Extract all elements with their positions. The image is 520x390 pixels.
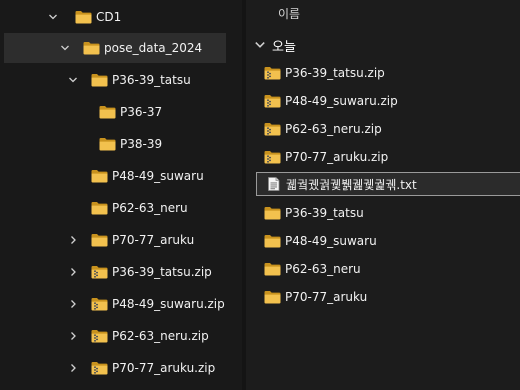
tree-item-label: P38-39 — [120, 137, 163, 151]
tree-item-p62-63-neru-zip[interactable]: P62-63_neru.zip — [0, 321, 242, 351]
file-item-txt[interactable]: 궯궠궸궑궻뷁궲궻궕궦.txt — [256, 172, 520, 196]
folder-icon — [91, 73, 108, 87]
folder-icon — [264, 290, 281, 304]
zip-folder-icon — [91, 265, 108, 279]
navigation-pane: CD1 pose_data_2024 P36-39_tatsu P36-37 P… — [0, 0, 242, 390]
tree-item-label: P62-63_neru.zip — [112, 329, 209, 343]
chevron-down-icon[interactable] — [47, 11, 59, 23]
file-item-label: 궯궠궸궑궻뷁궲궻궕궦.txt — [286, 177, 417, 192]
file-item-label: P36-39_tatsu — [285, 206, 364, 220]
file-item-label: P62-63_neru.zip — [285, 122, 382, 136]
folder-icon — [264, 262, 281, 276]
file-item-label: P70-77_aruku.zip — [285, 150, 389, 164]
group-header-today[interactable]: 오늘 — [254, 35, 296, 55]
zip-folder-icon — [264, 94, 281, 108]
file-item-p36-39-tatsu-zip[interactable]: P36-39_tatsu.zip — [256, 61, 520, 85]
file-item-p48-49-suwaru-zip[interactable]: P48-49_suwaru.zip — [256, 89, 520, 113]
tree-item-p36-37[interactable]: P36-37 — [0, 97, 242, 127]
tree-item-label: P36-37 — [120, 105, 163, 119]
tree-item-p36-39-tatsu-zip[interactable]: P36-39_tatsu.zip — [0, 257, 242, 287]
file-item-p36-39-tatsu[interactable]: P36-39_tatsu — [256, 201, 520, 225]
chevron-right-icon[interactable] — [67, 266, 79, 278]
tree-item-label: P70-77_aruku.zip — [112, 361, 216, 375]
zip-folder-icon — [264, 66, 281, 80]
column-header-name[interactable]: 이름 — [278, 5, 300, 22]
folder-icon — [264, 206, 281, 220]
folder-icon — [99, 105, 116, 119]
zip-folder-icon — [264, 122, 281, 136]
tree-item-label: pose_data_2024 — [104, 41, 203, 55]
folder-icon — [91, 201, 108, 215]
chevron-right-icon[interactable] — [67, 330, 79, 342]
file-item-label: P48-49_suwaru.zip — [285, 94, 398, 108]
folder-icon — [75, 10, 92, 24]
tree-item-label: P62-63_neru — [112, 201, 188, 215]
tree-item-label: P48-49_suwaru — [112, 169, 204, 183]
file-item-p62-63-neru[interactable]: P62-63_neru — [256, 257, 520, 281]
folder-icon — [83, 41, 100, 55]
file-item-p70-77-aruku-zip[interactable]: P70-77_aruku.zip — [256, 145, 520, 169]
folder-icon — [91, 169, 108, 183]
chevron-down-icon[interactable] — [67, 74, 79, 86]
chevron-down-icon[interactable] — [254, 39, 266, 51]
file-list-pane: 이름 오늘 P36-39_tatsu.zip P48-49_suwaru.zip… — [246, 0, 520, 390]
file-item-label: P62-63_neru — [285, 262, 361, 276]
tree-item-p70-77-aruku-zip[interactable]: P70-77_aruku.zip — [0, 353, 242, 383]
text-file-icon — [265, 177, 282, 191]
tree-item-label: P48-49_suwaru.zip — [112, 297, 225, 311]
tree-item-p38-39[interactable]: P38-39 — [0, 129, 242, 159]
tree-item-pose-data-2024[interactable]: pose_data_2024 — [4, 33, 226, 63]
chevron-right-icon[interactable] — [67, 362, 79, 374]
zip-folder-icon — [91, 361, 108, 375]
tree-item-label: CD1 — [96, 10, 122, 24]
chevron-right-icon[interactable] — [67, 298, 79, 310]
tree-item-label: P70-77_aruku — [112, 233, 195, 247]
folder-icon — [99, 137, 116, 151]
file-item-label: P48-49_suwaru — [285, 234, 377, 248]
file-item-p48-49-suwaru[interactable]: P48-49_suwaru — [256, 229, 520, 253]
folder-icon — [264, 234, 281, 248]
file-item-label: P70-77_aruku — [285, 290, 368, 304]
tree-item-p36-39-tatsu[interactable]: P36-39_tatsu — [0, 65, 242, 95]
chevron-down-icon[interactable] — [59, 42, 71, 54]
tree-item-label: P36-39_tatsu.zip — [112, 265, 212, 279]
file-item-p62-63-neru-zip[interactable]: P62-63_neru.zip — [256, 117, 520, 141]
zip-folder-icon — [91, 329, 108, 343]
file-item-label: P36-39_tatsu.zip — [285, 66, 385, 80]
tree-item-p62-63-neru[interactable]: P62-63_neru — [0, 193, 242, 223]
tree-item-label: P36-39_tatsu — [112, 73, 191, 87]
folder-icon — [91, 233, 108, 247]
tree-item-p48-49-suwaru-zip[interactable]: P48-49_suwaru.zip — [0, 289, 242, 319]
tree-item-cd1[interactable]: CD1 — [0, 2, 242, 32]
group-label: 오늘 — [272, 39, 296, 55]
tree-item-p48-49-suwaru[interactable]: P48-49_suwaru — [0, 161, 242, 191]
chevron-right-icon[interactable] — [67, 234, 79, 246]
zip-folder-icon — [91, 297, 108, 311]
zip-folder-icon — [264, 150, 281, 164]
file-item-p70-77-aruku[interactable]: P70-77_aruku — [256, 285, 520, 309]
tree-item-p70-77-aruku[interactable]: P70-77_aruku — [0, 225, 242, 255]
